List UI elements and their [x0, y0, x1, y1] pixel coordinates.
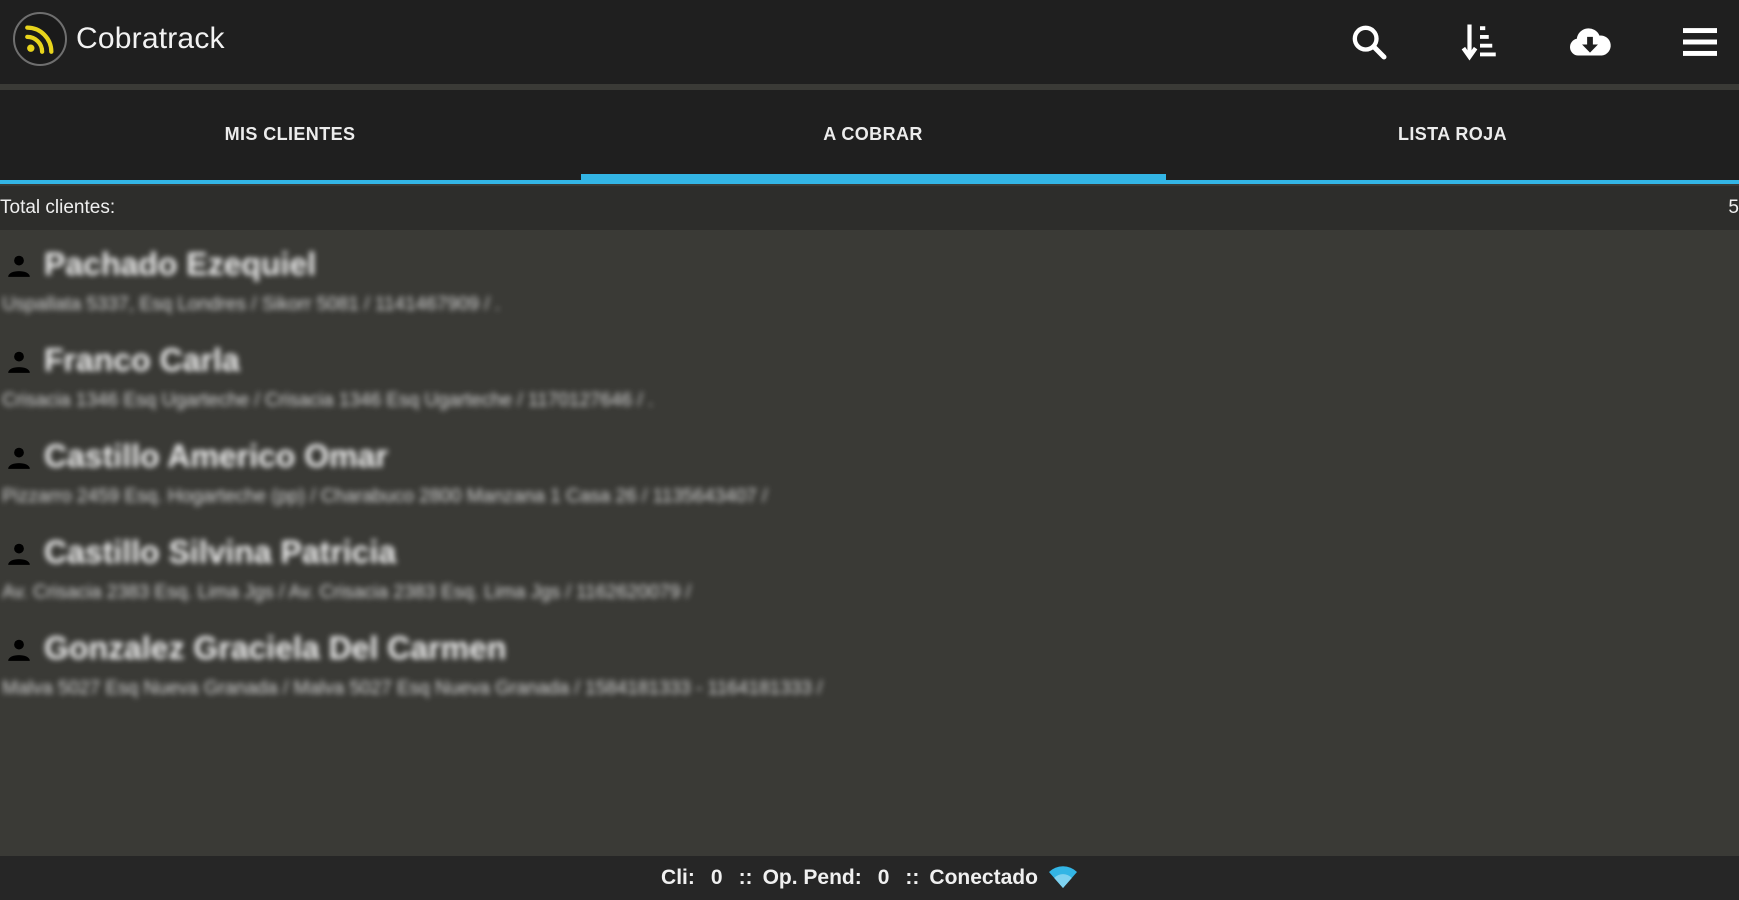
status-separator: :: [738, 866, 753, 889]
wifi-signal-icon-svg [1048, 866, 1077, 888]
hamburger-menu-icon [1683, 28, 1717, 56]
client-detail: Malva 5027 Esq Nueva Granada / Malva 502… [2, 678, 823, 699]
client-name: Pachado Ezequiel [44, 246, 317, 282]
total-clients-row: Total clientes: 5 [0, 186, 1739, 230]
person-icon [8, 255, 30, 277]
client-detail: Av. Crisacia 2383 Esq. Lima Jgs / Av. Cr… [2, 582, 691, 603]
status-cli-value: 0 [710, 866, 723, 889]
client-detail: Uspallata 5337, Esq Londres / Sikorr 508… [2, 294, 501, 315]
status-op-value: 0 [877, 866, 890, 889]
sort-button[interactable] [1458, 20, 1502, 64]
app-root: Cobratrack MIS CLIENTES A COBRAR LISTA R… [0, 0, 1739, 900]
download-button[interactable] [1568, 20, 1612, 64]
action-bar: Cobratrack [0, 0, 1739, 84]
list-item[interactable]: Castillo Silvina Patricia Av. Crisacia 2… [0, 524, 1739, 620]
tab-bar: MIS CLIENTES A COBRAR LISTA ROJA [0, 90, 1739, 184]
status-cli-label: Cli: [661, 866, 695, 889]
menu-button[interactable] [1678, 20, 1722, 64]
client-name: Franco Carla [44, 342, 240, 378]
client-name: Castillo Silvina Patricia [44, 534, 397, 570]
person-icon [8, 543, 30, 565]
total-clients-count: 5 [1728, 197, 1739, 218]
list-item[interactable]: Franco Carla Crisacia 1346 Esq Ugarteche… [0, 332, 1739, 428]
list-item[interactable]: Gonzalez Graciela Del Carmen Malva 5027 … [0, 620, 1739, 716]
cloud-download-icon [1569, 28, 1611, 56]
search-button[interactable] [1347, 20, 1391, 64]
app-title: Cobratrack [76, 22, 225, 55]
total-clients-label: Total clientes: [0, 197, 116, 218]
list-item[interactable]: Castillo Americo Omar Pizzarro 2459 Esq.… [0, 428, 1739, 524]
rss-feed-icon[interactable] [13, 12, 67, 66]
client-list: Pachado Ezequiel Uspallata 5337, Esq Lon… [0, 236, 1739, 716]
client-name: Castillo Americo Omar [44, 438, 388, 474]
person-icon [8, 639, 30, 661]
status-bar: Cli: 0 :: Op. Pend: 0 :: Conectado [0, 856, 1739, 900]
client-detail: Crisacia 1346 Esq Ugarteche / Crisacia 1… [2, 390, 654, 411]
wifi-signal-icon [1048, 866, 1078, 890]
status-op-label: Op. Pend: [762, 866, 862, 889]
client-name: Gonzalez Graciela Del Carmen [44, 630, 507, 666]
list-item[interactable]: Pachado Ezequiel Uspallata 5337, Esq Lon… [0, 236, 1739, 332]
tab-mis-clientes[interactable]: MIS CLIENTES [0, 90, 580, 178]
person-icon [8, 351, 30, 373]
tab-a-cobrar[interactable]: A COBRAR [580, 90, 1166, 178]
search-icon [1352, 25, 1387, 60]
status-connection: Conectado [929, 866, 1038, 889]
status-separator: :: [905, 866, 920, 889]
person-icon [8, 447, 30, 469]
tab-lista-roja[interactable]: LISTA ROJA [1166, 90, 1739, 178]
client-detail: Pizzarro 2459 Esq. Hogarteche (pp) / Cha… [2, 486, 768, 507]
tab-selected-indicator [581, 174, 1166, 184]
sort-descending-icon [1461, 24, 1496, 61]
rss-feed-icon-svg [25, 25, 54, 54]
